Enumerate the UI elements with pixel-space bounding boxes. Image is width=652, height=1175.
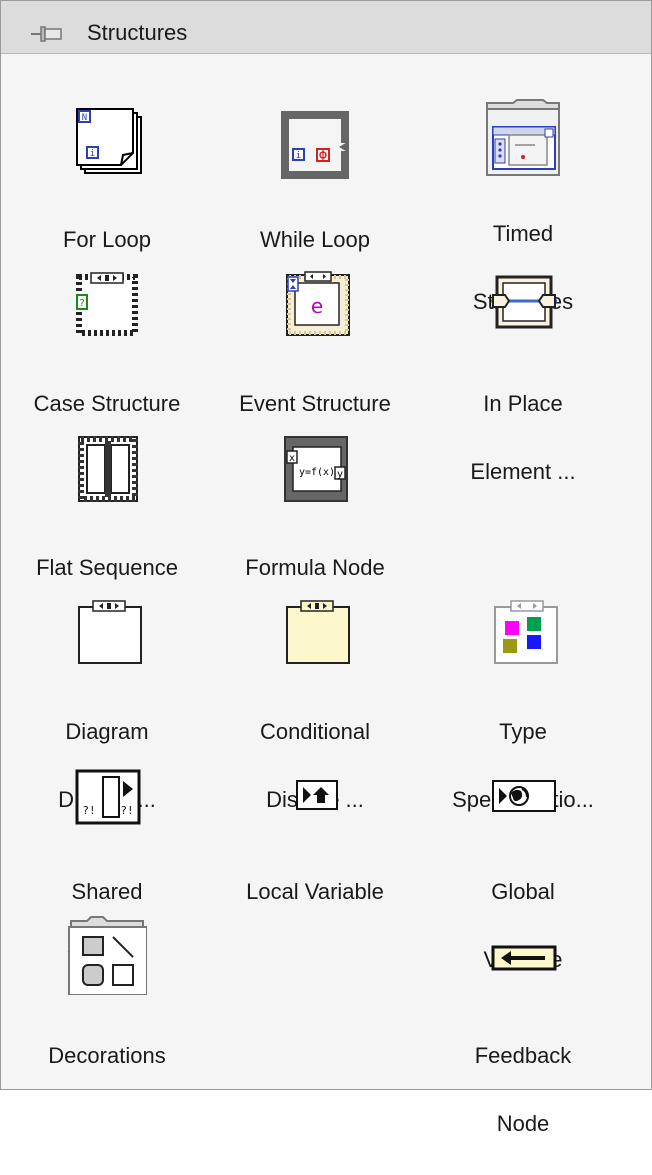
conditional-disable-item[interactable]: Conditional Disable ... bbox=[211, 597, 419, 812]
for-loop-icon: N i bbox=[67, 105, 147, 185]
svg-text:?!: ?! bbox=[120, 804, 133, 817]
global-variable-label-line1: Global bbox=[491, 879, 555, 904]
while-loop-item[interactable]: i While Loop bbox=[211, 105, 419, 265]
formula-output-text: y bbox=[337, 469, 343, 480]
formula-input-text: x bbox=[289, 453, 295, 464]
shared-variable-item[interactable]: ?! ?! Shared Variable bbox=[3, 767, 211, 972]
for-iteration-terminal-text: i bbox=[90, 149, 95, 159]
diagram-disable-label-line1: Diagram bbox=[65, 719, 149, 744]
local-variable-icon bbox=[275, 767, 355, 847]
global-variable-item[interactable]: Global Variable bbox=[419, 767, 627, 972]
formula-text: y=f(x) bbox=[299, 467, 335, 478]
event-e-text: e bbox=[311, 294, 323, 318]
event-structure-icon: e bbox=[275, 269, 355, 349]
diagram-disable-item[interactable]: Diagram Disable ... bbox=[3, 597, 211, 812]
timed-structures-item[interactable]: Timed Structures bbox=[419, 99, 627, 314]
while-iteration-terminal-text: i bbox=[296, 151, 301, 161]
pin-icon[interactable] bbox=[29, 21, 65, 47]
in-place-element-label-line2: Element ... bbox=[470, 459, 576, 484]
shared-variable-icon: ?! ?! bbox=[67, 767, 147, 847]
local-variable-label-line1: Local Variable bbox=[246, 879, 384, 904]
while-loop-icon: i bbox=[275, 105, 355, 185]
while-loop-label-line1: While Loop bbox=[259, 227, 371, 252]
palette-title: Structures bbox=[87, 20, 188, 45]
decorations-item[interactable]: Decorations bbox=[3, 915, 211, 1075]
structures-palette: Structures N i For Loop i While Loop Tim… bbox=[0, 0, 652, 1136]
palette-title-bar: Structures bbox=[1, 1, 651, 54]
event-structure-item[interactable]: e Event Structure bbox=[211, 269, 419, 429]
timed-structures-icon bbox=[483, 99, 563, 179]
global-variable-icon bbox=[483, 767, 563, 847]
feedback-node-label-line2: Node bbox=[496, 1111, 550, 1136]
case-structure-item[interactable]: ? Case Structure bbox=[3, 269, 211, 429]
svg-text:?!: ?! bbox=[82, 804, 95, 817]
conditional-disable-label-line1: Conditional bbox=[259, 719, 371, 744]
formula-node-label-line1: Formula Node bbox=[245, 555, 385, 580]
type-specialization-icon bbox=[483, 597, 563, 677]
in-place-element-icon bbox=[483, 269, 563, 349]
case-structure-icon: ? bbox=[67, 269, 147, 349]
for-loop-label-line1: For Loop bbox=[62, 227, 152, 252]
feedback-node-item[interactable]: Feedback Node bbox=[419, 931, 627, 1136]
feedback-node-label-line1: Feedback bbox=[474, 1043, 572, 1068]
in-place-element-item[interactable]: In Place Element ... bbox=[419, 269, 627, 484]
event-structure-label-line1: Event Structure bbox=[239, 391, 391, 416]
svg-text:?: ? bbox=[79, 298, 84, 309]
type-specialization-item[interactable]: Type Specializatio... bbox=[419, 597, 627, 812]
formula-node-icon: x y=f(x) y bbox=[275, 433, 355, 513]
flat-sequence-item[interactable]: Flat Sequence bbox=[3, 433, 211, 593]
flat-sequence-label-line1: Flat Sequence bbox=[36, 555, 178, 580]
flat-sequence-icon bbox=[67, 433, 147, 513]
shared-variable-label-line1: Shared bbox=[71, 879, 143, 904]
type-specialization-label-line1: Type bbox=[499, 719, 547, 744]
formula-node-item[interactable]: x y=f(x) y Formula Node bbox=[211, 433, 419, 593]
decorations-icon bbox=[67, 915, 147, 995]
case-structure-label-line1: Case Structure bbox=[33, 391, 181, 416]
timed-structures-label-line1: Timed bbox=[492, 221, 554, 246]
diagram-disable-icon bbox=[67, 597, 147, 677]
local-variable-item[interactable]: Local Variable bbox=[211, 767, 419, 927]
feedback-node-icon bbox=[483, 931, 563, 1011]
for-loop-item[interactable]: N i For Loop bbox=[3, 105, 211, 265]
for-count-terminal-text: N bbox=[82, 113, 87, 123]
in-place-element-label-line1: In Place bbox=[483, 391, 563, 416]
conditional-disable-icon bbox=[275, 597, 355, 677]
decorations-label-line1: Decorations bbox=[48, 1043, 166, 1068]
